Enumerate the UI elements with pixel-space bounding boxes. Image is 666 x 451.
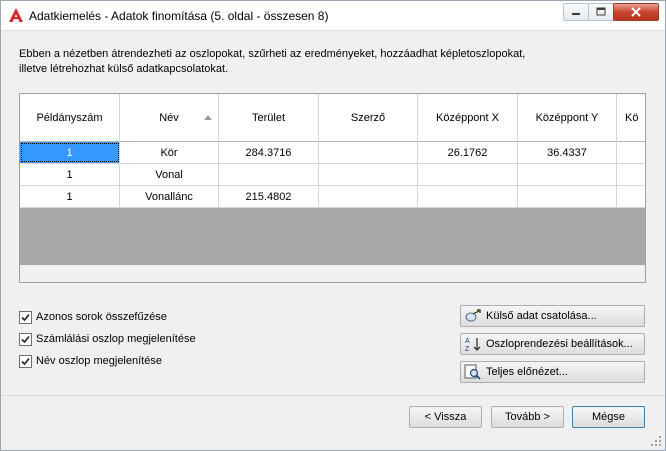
intro-text: Ebben a nézetben átrendezheti az oszlopo… xyxy=(19,47,639,77)
column-sort-settings-button[interactable]: A Z Oszloprendezési beállítások... xyxy=(460,333,645,355)
show-name-label: Név oszlop megjelenítése xyxy=(36,355,162,367)
horizontal-scrollbar[interactable] xyxy=(20,265,645,282)
combine-rows-option[interactable]: Azonos sorok összefűzése xyxy=(19,306,196,328)
combine-rows-checkbox[interactable] xyxy=(19,310,32,324)
maximize-icon xyxy=(596,7,606,16)
table-cell[interactable] xyxy=(518,164,617,185)
table-cell[interactable]: 26.1762 xyxy=(418,142,518,163)
full-preview-button[interactable]: Teljes előnézet... xyxy=(460,361,645,383)
show-name-option[interactable]: Név oszlop megjelenítése xyxy=(19,350,196,372)
grid-header: Példányszám Név Terület Szerző Középpont… xyxy=(20,94,645,142)
table-cell[interactable]: 1 xyxy=(20,186,120,207)
link-external-data-button[interactable]: Külső adat csatolása... xyxy=(460,305,645,327)
dialog-window: Adatkiemelés - Adatok finomítása (5. old… xyxy=(0,0,666,451)
table-cell[interactable] xyxy=(617,186,645,207)
column-header-name[interactable]: Név xyxy=(120,94,219,142)
table-cell[interactable]: 1 xyxy=(20,164,120,185)
table-cell[interactable]: Kör xyxy=(120,142,219,163)
intro-line-2: illetve létrehozhat külső adatkapcsolato… xyxy=(19,63,229,75)
table-cell[interactable] xyxy=(617,164,645,185)
table-cell[interactable] xyxy=(319,164,418,185)
table-cell[interactable]: Vonallánc xyxy=(120,186,219,207)
table-cell[interactable] xyxy=(418,186,518,207)
link-data-icon xyxy=(465,309,481,322)
title-bar[interactable]: Adatkiemelés - Adatok finomítása (5. old… xyxy=(1,1,665,31)
table-cell[interactable] xyxy=(617,142,645,163)
grid-body: 1 Kör 284.3716 26.1762 36.4337 1 Vonal 1… xyxy=(20,142,645,208)
next-button[interactable]: Tovább > xyxy=(491,406,564,428)
minimize-icon xyxy=(572,13,580,15)
table-cell[interactable] xyxy=(518,186,617,207)
checkmark-icon xyxy=(21,313,30,321)
table-cell[interactable]: 215.4802 xyxy=(219,186,319,207)
column-header-center-x[interactable]: Középpont X xyxy=(418,94,518,142)
column-sort-settings-label: Oszloprendezési beállítások... xyxy=(486,338,633,350)
link-external-data-label: Külső adat csatolása... xyxy=(486,310,597,322)
column-header-center-y[interactable]: Középpont Y xyxy=(518,94,617,142)
column-header-center-z[interactable]: Kö xyxy=(617,94,645,142)
table-row[interactable]: 1 Vonal xyxy=(20,164,645,186)
sort-ascending-icon xyxy=(204,115,212,120)
options-group: Azonos sorok összefűzése Számlálási oszl… xyxy=(19,306,196,372)
close-icon xyxy=(631,7,641,17)
intro-line-1: Ebben a nézetben átrendezheti az oszlopo… xyxy=(19,48,526,60)
table-cell[interactable]: Vonal xyxy=(120,164,219,185)
table-row[interactable]: 1 Kör 284.3716 26.1762 36.4337 xyxy=(20,142,645,164)
column-header-author[interactable]: Szerző xyxy=(319,94,418,142)
table-cell[interactable] xyxy=(418,164,518,185)
svg-text:A: A xyxy=(465,338,470,345)
column-header-count[interactable]: Példányszám xyxy=(20,94,120,142)
table-row[interactable]: 1 Vonallánc 215.4802 xyxy=(20,186,645,208)
sort-az-icon: A Z xyxy=(465,338,481,352)
checkmark-icon xyxy=(21,335,30,343)
table-cell[interactable]: 1 xyxy=(20,142,120,163)
footer-divider xyxy=(1,395,665,396)
combine-rows-label: Azonos sorok összefűzése xyxy=(36,311,167,323)
table-cell[interactable] xyxy=(319,186,418,207)
show-count-option[interactable]: Számlálási oszlop megjelenítése xyxy=(19,328,196,350)
checkmark-icon xyxy=(21,357,30,365)
table-cell[interactable] xyxy=(319,142,418,163)
resize-grip-icon[interactable] xyxy=(650,435,662,447)
show-count-checkbox[interactable] xyxy=(19,332,32,346)
show-name-checkbox[interactable] xyxy=(19,354,32,368)
column-header-area[interactable]: Terület xyxy=(219,94,319,142)
svg-text:Z: Z xyxy=(465,346,470,352)
full-preview-label: Teljes előnézet... xyxy=(486,366,568,378)
table-cell[interactable]: 284.3716 xyxy=(219,142,319,163)
minimize-button[interactable] xyxy=(563,3,589,21)
table-cell[interactable] xyxy=(219,164,319,185)
back-button[interactable]: < Vissza xyxy=(409,406,482,428)
data-grid[interactable]: Példányszám Név Terület Szerző Középpont… xyxy=(19,93,646,283)
close-button[interactable] xyxy=(613,3,659,21)
show-count-label: Számlálási oszlop megjelenítése xyxy=(36,333,196,345)
column-header-name-label: Név xyxy=(159,112,179,124)
table-cell[interactable]: 36.4337 xyxy=(518,142,617,163)
preview-magnifier-icon xyxy=(464,364,481,380)
window-title: Adatkiemelés - Adatok finomítása (5. old… xyxy=(29,9,329,23)
cancel-button[interactable]: Mégse xyxy=(572,406,645,428)
maximize-button[interactable] xyxy=(588,3,614,21)
autocad-icon xyxy=(9,8,23,22)
